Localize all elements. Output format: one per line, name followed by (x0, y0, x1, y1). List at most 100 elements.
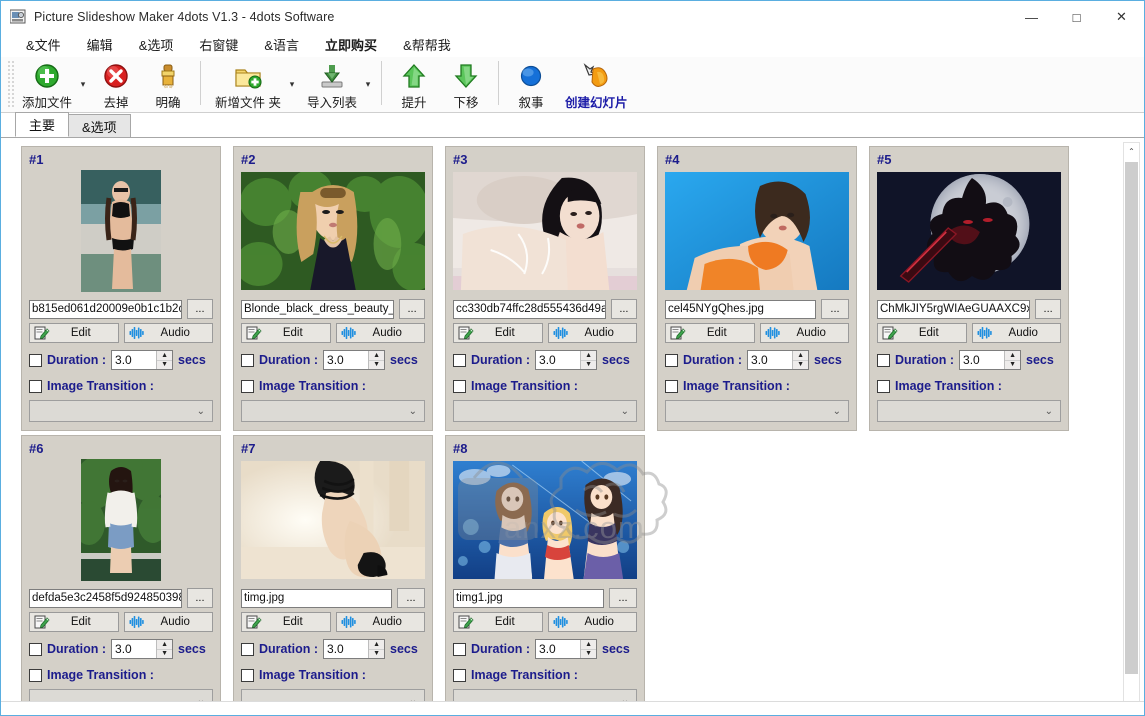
slide-item-card[interactable]: #1 b815ed061d20009e0b1c1b2c5 ... Edit Au… (21, 146, 221, 431)
audio-button[interactable]: Audio (123, 323, 213, 343)
duration-value[interactable]: 3.0 (112, 351, 156, 369)
duration-spinner[interactable]: 3.0 ▲ ▼ (959, 350, 1022, 370)
spinner-down-arrow[interactable]: ▼ (369, 361, 384, 370)
spinner-down-arrow[interactable]: ▼ (157, 650, 172, 659)
spinner-up-arrow[interactable]: ▲ (157, 640, 173, 650)
slide-thumbnail[interactable] (81, 459, 161, 581)
spinner-down-arrow[interactable]: ▼ (581, 650, 596, 659)
slide-item-card[interactable]: #5 ChMkJIY5rgWIAeGUAAXC9x7i ... Edit Aud… (869, 146, 1069, 431)
slide-item-card[interactable]: #3 cc330db74ffc28d555436d49a1 ... Edit A… (445, 146, 645, 431)
audio-button[interactable]: Audio (971, 323, 1061, 343)
toolbar-button-add-folder[interactable]: 新增文件 夹 (207, 57, 289, 113)
transition-dropdown[interactable]: ⌄ (29, 400, 213, 422)
spinner-up-arrow[interactable]: ▲ (793, 351, 809, 361)
toolbar-button-move-down[interactable]: 下移 (440, 57, 492, 113)
vertical-scrollbar[interactable]: ⌃ ⌄ (1123, 142, 1140, 712)
edit-button[interactable]: Edit (29, 323, 119, 343)
toolbar-button-clear[interactable]: 明确 (142, 57, 194, 113)
edit-button[interactable]: Edit (29, 612, 119, 632)
tab-2[interactable]: &选项 (68, 114, 131, 137)
slide-item-card[interactable]: #4 cel45NYgQhes.jpg ... Edit Audio Durat… (657, 146, 857, 431)
menu-item-5[interactable]: &语言 (253, 33, 310, 56)
file-path-input[interactable]: b815ed061d20009e0b1c1b2c5 (29, 299, 182, 319)
slide-thumbnail[interactable] (877, 172, 1061, 290)
spinner-up-arrow[interactable]: ▲ (581, 640, 597, 650)
toolbar-button-create-slideshow[interactable]: 创建幻灯片 (557, 57, 636, 113)
audio-button[interactable]: Audio (547, 612, 637, 632)
browse-button[interactable]: ... (609, 588, 637, 608)
duration-value[interactable]: 3.0 (960, 351, 1004, 369)
file-path-input[interactable]: cel45NYgQhes.jpg (665, 299, 816, 319)
toolbar-dropdown-caret[interactable]: ▾ (78, 79, 88, 90)
duration-checkbox[interactable] (453, 642, 466, 656)
browse-button[interactable]: ... (186, 299, 213, 319)
transition-dropdown[interactable]: ⌄ (877, 400, 1061, 422)
maximize-button[interactable]: □ (1054, 1, 1099, 33)
duration-value[interactable]: 3.0 (748, 351, 792, 369)
file-path-input[interactable]: timg1.jpg (453, 588, 604, 608)
slide-thumbnail[interactable] (453, 461, 637, 579)
edit-button[interactable]: Edit (241, 612, 331, 632)
spinner-down-arrow[interactable]: ▼ (1005, 361, 1020, 370)
toolbar-grip[interactable] (7, 60, 14, 108)
audio-button[interactable]: Audio (759, 323, 849, 343)
browse-button[interactable]: ... (610, 299, 637, 319)
duration-value[interactable]: 3.0 (324, 351, 368, 369)
spinner-down-arrow[interactable]: ▼ (157, 361, 172, 370)
browse-button[interactable]: ... (399, 299, 425, 319)
spinner-arrows[interactable]: ▲ ▼ (580, 351, 597, 370)
toolbar-button-narration[interactable]: 叙事 (505, 57, 557, 113)
slide-item-card[interactable]: #2 Blonde_black_dress_beauty_4l ... Edit… (233, 146, 433, 431)
spinner-down-arrow[interactable]: ▼ (369, 650, 384, 659)
menu-item-3[interactable]: &选项 (128, 33, 185, 56)
duration-checkbox[interactable] (29, 353, 42, 367)
browse-button[interactable]: ... (397, 588, 425, 608)
slide-thumbnail[interactable] (241, 172, 425, 290)
scrollbar-track[interactable] (1124, 160, 1139, 694)
toolbar-button-move-up[interactable]: 提升 (388, 57, 440, 113)
duration-spinner[interactable]: 3.0 ▲ ▼ (111, 350, 174, 370)
duration-spinner[interactable]: 3.0 ▲ ▼ (747, 350, 810, 370)
audio-button[interactable]: Audio (547, 323, 637, 343)
duration-checkbox[interactable] (877, 353, 890, 367)
spinner-down-arrow[interactable]: ▼ (581, 361, 596, 370)
toolbar-button-import-list[interactable]: 导入列表 (299, 57, 365, 113)
menu-item-2[interactable]: 编辑 (76, 33, 124, 56)
transition-dropdown[interactable]: ⌄ (241, 400, 425, 422)
menu-item-1[interactable]: &文件 (15, 33, 72, 56)
transition-dropdown[interactable]: ⌄ (665, 400, 849, 422)
toolbar-button-add-file[interactable]: 添加文件 (14, 57, 80, 113)
transition-checkbox[interactable] (29, 668, 42, 682)
transition-checkbox[interactable] (453, 379, 466, 393)
spinner-up-arrow[interactable]: ▲ (157, 351, 173, 361)
duration-spinner[interactable]: 3.0 ▲ ▼ (323, 350, 386, 370)
audio-button[interactable]: Audio (335, 612, 425, 632)
spinner-arrows[interactable]: ▲ ▼ (368, 640, 385, 659)
scrollbar-thumb[interactable] (1125, 162, 1138, 674)
duration-value[interactable]: 3.0 (324, 640, 368, 658)
duration-checkbox[interactable] (453, 353, 466, 367)
toolbar-button-remove[interactable]: 去掉 (90, 57, 142, 113)
audio-button[interactable]: Audio (123, 612, 213, 632)
transition-dropdown[interactable]: ⌄ (453, 400, 637, 422)
edit-button[interactable]: Edit (241, 323, 331, 343)
transition-checkbox[interactable] (665, 379, 678, 393)
toolbar-dropdown-caret[interactable]: ▾ (363, 79, 373, 90)
tab-1[interactable]: 主要 (15, 112, 70, 137)
transition-checkbox[interactable] (29, 379, 42, 393)
slide-thumbnail[interactable] (453, 172, 637, 290)
spinner-arrows[interactable]: ▲ ▼ (792, 351, 809, 369)
slide-thumbnail[interactable] (241, 461, 425, 579)
slide-item-card[interactable]: #8 timg1.jpg ... Edit Audio Duration: 3… (445, 435, 645, 714)
edit-button[interactable]: Edit (877, 323, 967, 343)
duration-value[interactable]: 3.0 (112, 640, 156, 658)
edit-button[interactable]: Edit (453, 323, 543, 343)
browse-button[interactable]: ... (186, 588, 213, 608)
duration-checkbox[interactable] (665, 353, 678, 367)
file-path-input[interactable]: timg.jpg (241, 588, 392, 608)
spinner-arrows[interactable]: ▲ ▼ (1004, 351, 1021, 370)
duration-spinner[interactable]: 3.0 ▲ ▼ (111, 639, 174, 659)
transition-checkbox[interactable] (877, 379, 890, 393)
minimize-button[interactable]: — (1009, 1, 1054, 33)
file-path-input[interactable]: Blonde_black_dress_beauty_4l (241, 299, 395, 319)
